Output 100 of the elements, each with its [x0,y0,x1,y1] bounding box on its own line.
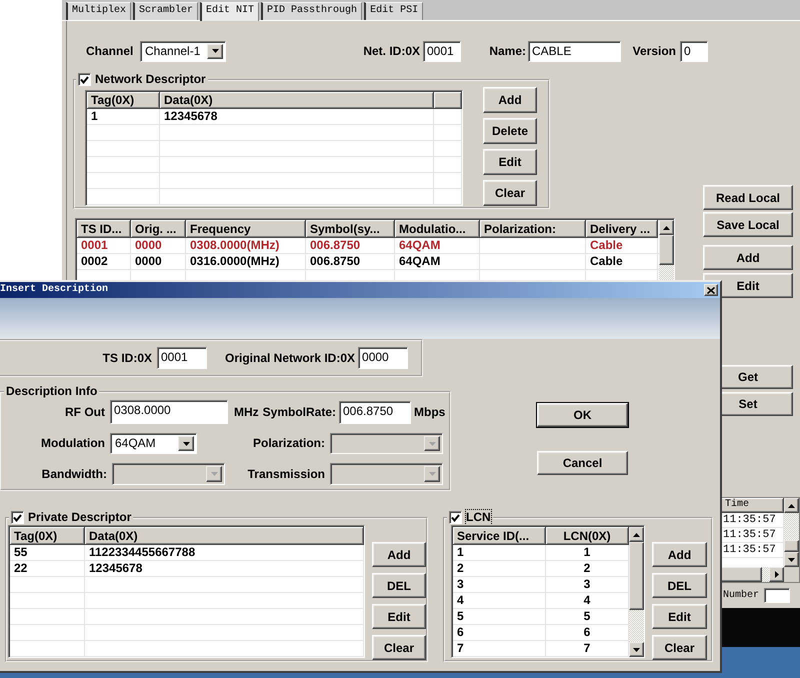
column-header[interactable]: Data(0X) [160,92,434,109]
column-header[interactable]: Orig. ... [131,220,186,238]
edit-button[interactable]: Edit [483,149,537,175]
clear-button[interactable]: Clear [652,635,707,660]
scroll-down-button[interactable] [784,552,799,567]
save-local-button[interactable]: Save Local [703,212,793,237]
column-header[interactable]: Delivery ... [586,220,658,238]
scrollbar-track[interactable] [762,567,769,582]
number-field[interactable] [764,588,790,603]
delete-button[interactable]: DEL [372,573,426,598]
group-title: LCN [466,510,491,525]
down-caret-icon [212,49,218,53]
scroll-up-button[interactable] [629,527,644,542]
tab[interactable]: Multiplex [66,2,132,20]
table-cell: 3 [453,577,546,592]
edit-button[interactable]: Edit [652,604,707,629]
table-cell: 64QAM [395,238,480,253]
close-icon [707,286,715,294]
table-cell: 22 [10,561,85,576]
scrollbar-thumb[interactable] [784,540,799,552]
scrollbar-thumb[interactable] [721,567,762,582]
down-caret-icon [210,472,218,476]
checkbox[interactable] [11,511,24,524]
group-title: Description Info [6,384,98,399]
channel-dropdown[interactable]: Channel-1 [140,40,226,62]
right-caret-icon [774,571,778,578]
scrollbar-thumb[interactable] [659,235,674,265]
table-cell: 2 [453,561,546,576]
column-header[interactable]: Symbol(sy... [306,220,395,238]
delete-button[interactable]: Delete [483,118,537,144]
checkbox[interactable] [449,511,462,524]
column-header[interactable]: Frequency [186,220,306,238]
scrollbar-thumb[interactable] [629,542,644,610]
scroll-down-button[interactable] [629,642,644,657]
add-button[interactable]: Add [652,542,707,567]
delete-button[interactable]: DEL [652,573,707,598]
clear-button[interactable]: Clear [483,180,537,206]
scroll-up-button[interactable] [659,220,674,235]
column-header[interactable]: Modulatio... [395,220,480,238]
up-caret-icon [788,504,795,508]
column-header[interactable]: Tag(0X) [10,527,85,545]
down-caret-icon [788,558,795,562]
window-title: Insert Description [0,283,108,297]
ts-id-field[interactable]: 0001 [157,347,207,369]
read-local-button[interactable]: Read Local [703,185,793,210]
table-cell: 55 [10,545,85,560]
transmission-label: Transmission [248,466,325,482]
table-cell: Cable [586,254,658,269]
column-header[interactable]: TS ID... [77,220,131,238]
add-button[interactable]: Add [703,245,793,270]
table-cell: 6 [453,625,546,640]
column-header[interactable]: Data(0X) [85,527,364,545]
add-button[interactable]: Add [483,87,537,113]
tab[interactable]: PID Passthrough [261,2,362,20]
checkbox[interactable] [78,73,91,86]
tab[interactable]: Edit NIT [200,2,260,21]
rf-out-field[interactable]: 0308.0000 [110,400,228,424]
column-header[interactable]: Time [721,498,784,513]
column-header[interactable]: LCN(0X) [546,527,629,545]
scroll-up-button[interactable] [784,498,799,513]
original-network-id-field[interactable]: 0000 [358,347,408,369]
table-cell: 12345678 [160,109,434,124]
table-cell: 0002 [77,254,131,269]
column-header[interactable]: Polarization: [480,220,586,238]
clear-button[interactable]: Clear [372,635,426,660]
bandwidth-label: Bandwidth: [42,466,107,482]
up-caret-icon [633,532,640,536]
group-title: Private Descriptor [28,510,132,525]
version-field[interactable]: 0 [680,40,708,62]
column-header[interactable]: Service ID(... [453,527,546,545]
modulation-label: Modulation [41,436,105,451]
checkmark-icon [13,514,22,522]
table-cell: 0001 [77,238,131,253]
modulation-dropdown[interactable]: 64QAM [110,433,197,454]
net-id-field[interactable]: 0001 [423,40,461,62]
table-cell: 0308.0000(MHz) [186,238,306,253]
close-button[interactable] [704,284,718,296]
tab[interactable]: Scrambler [133,2,198,20]
table-cell: 1 [87,109,160,124]
unit-label: Mbps [414,404,446,420]
add-button[interactable]: Add [372,542,426,567]
cancel-button[interactable]: Cancel [537,451,628,475]
version-label: Version [632,44,676,58]
table-cell: 0000 [131,238,186,253]
scroll-right-button[interactable] [769,567,784,582]
table-cell: 12345678 [85,561,364,576]
column-header[interactable]: Tag(0X) [87,92,160,109]
name-label: Name: [489,44,526,58]
table-cell: 64QAM [395,254,480,269]
ok-button[interactable]: OK [537,403,628,427]
down-caret-icon [428,442,436,446]
number-label: Number [723,588,760,602]
group-title: Network Descriptor [95,72,206,87]
column-header[interactable] [434,92,462,109]
edit-button[interactable]: Edit [372,604,426,629]
tab[interactable]: Edit PSI [364,2,424,20]
down-caret-icon [428,472,436,476]
symbol-rate-field[interactable]: 006.8750 [339,400,411,424]
table-cell: 0000 [131,254,186,269]
name-field[interactable]: CABLE [528,40,621,62]
